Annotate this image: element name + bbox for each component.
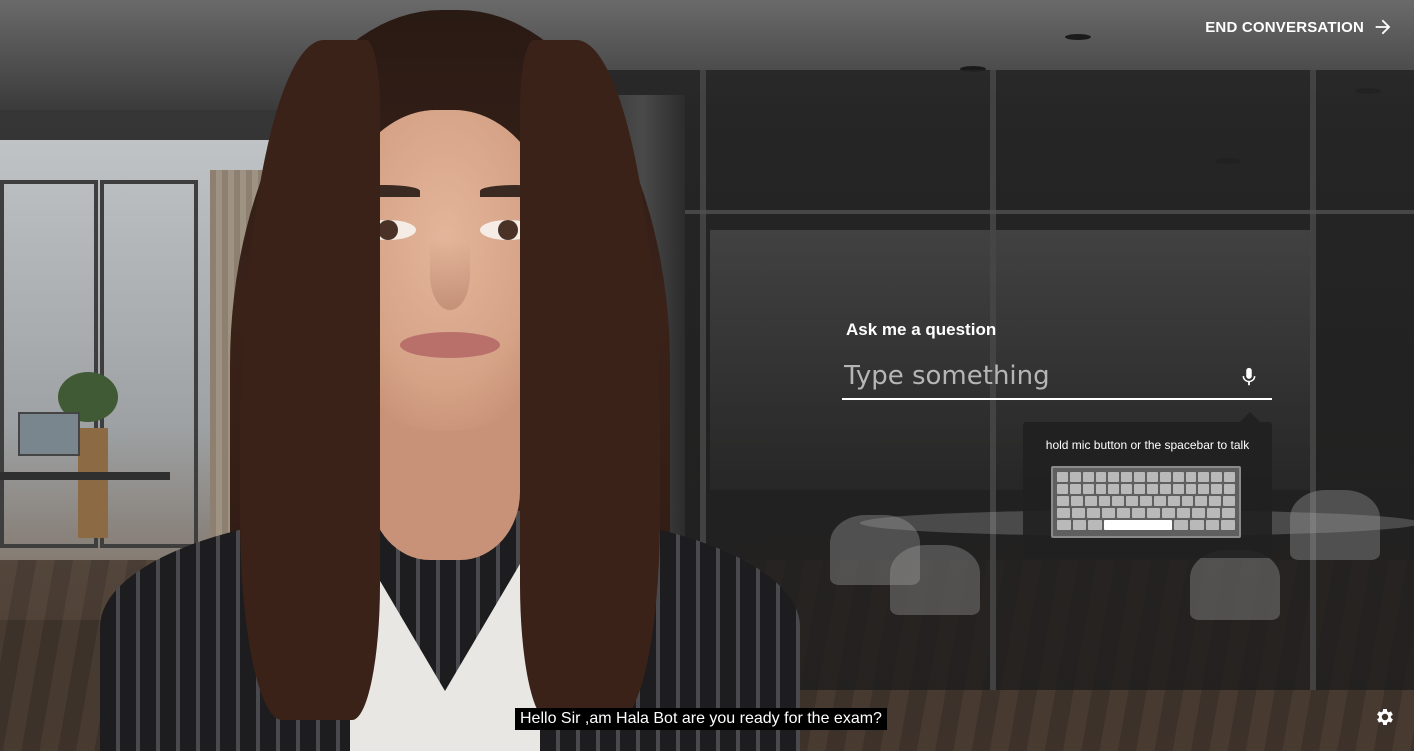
arrow-right-icon [1375, 19, 1391, 35]
hint-tooltip-caret [1240, 412, 1260, 422]
avatar-hair-left [240, 40, 380, 720]
spacebar-key [1104, 520, 1173, 530]
end-conversation-button[interactable]: END CONVERSATION [1205, 16, 1394, 38]
question-input[interactable] [842, 358, 1226, 394]
mic-hint-tooltip: hold mic button or the spacebar to talk [1023, 422, 1272, 558]
avatar-lips [400, 332, 500, 358]
glass-mullion [1310, 70, 1316, 690]
avatar-nose [430, 240, 470, 310]
assistant-subtitle: Hello Sir ,am Hala Bot are you ready for… [515, 708, 887, 730]
ask-question-label: Ask me a question [846, 320, 997, 339]
gear-icon[interactable] [1374, 706, 1396, 728]
avatar-hair-right [520, 40, 660, 720]
keyboard-icon [1051, 466, 1241, 538]
meeting-chair [890, 545, 980, 615]
ask-question-panel: Ask me a question [842, 320, 1272, 400]
mic-icon[interactable] [1238, 364, 1260, 390]
mic-hint-text: hold mic button or the spacebar to talk [1045, 438, 1250, 452]
desk-monitor [18, 412, 80, 456]
question-input-row [842, 358, 1272, 400]
meeting-chair [1290, 490, 1380, 560]
meeting-chair [1190, 550, 1280, 620]
end-conversation-label: END CONVERSATION [1205, 18, 1364, 36]
virtual-assistant-avatar [100, 10, 800, 751]
